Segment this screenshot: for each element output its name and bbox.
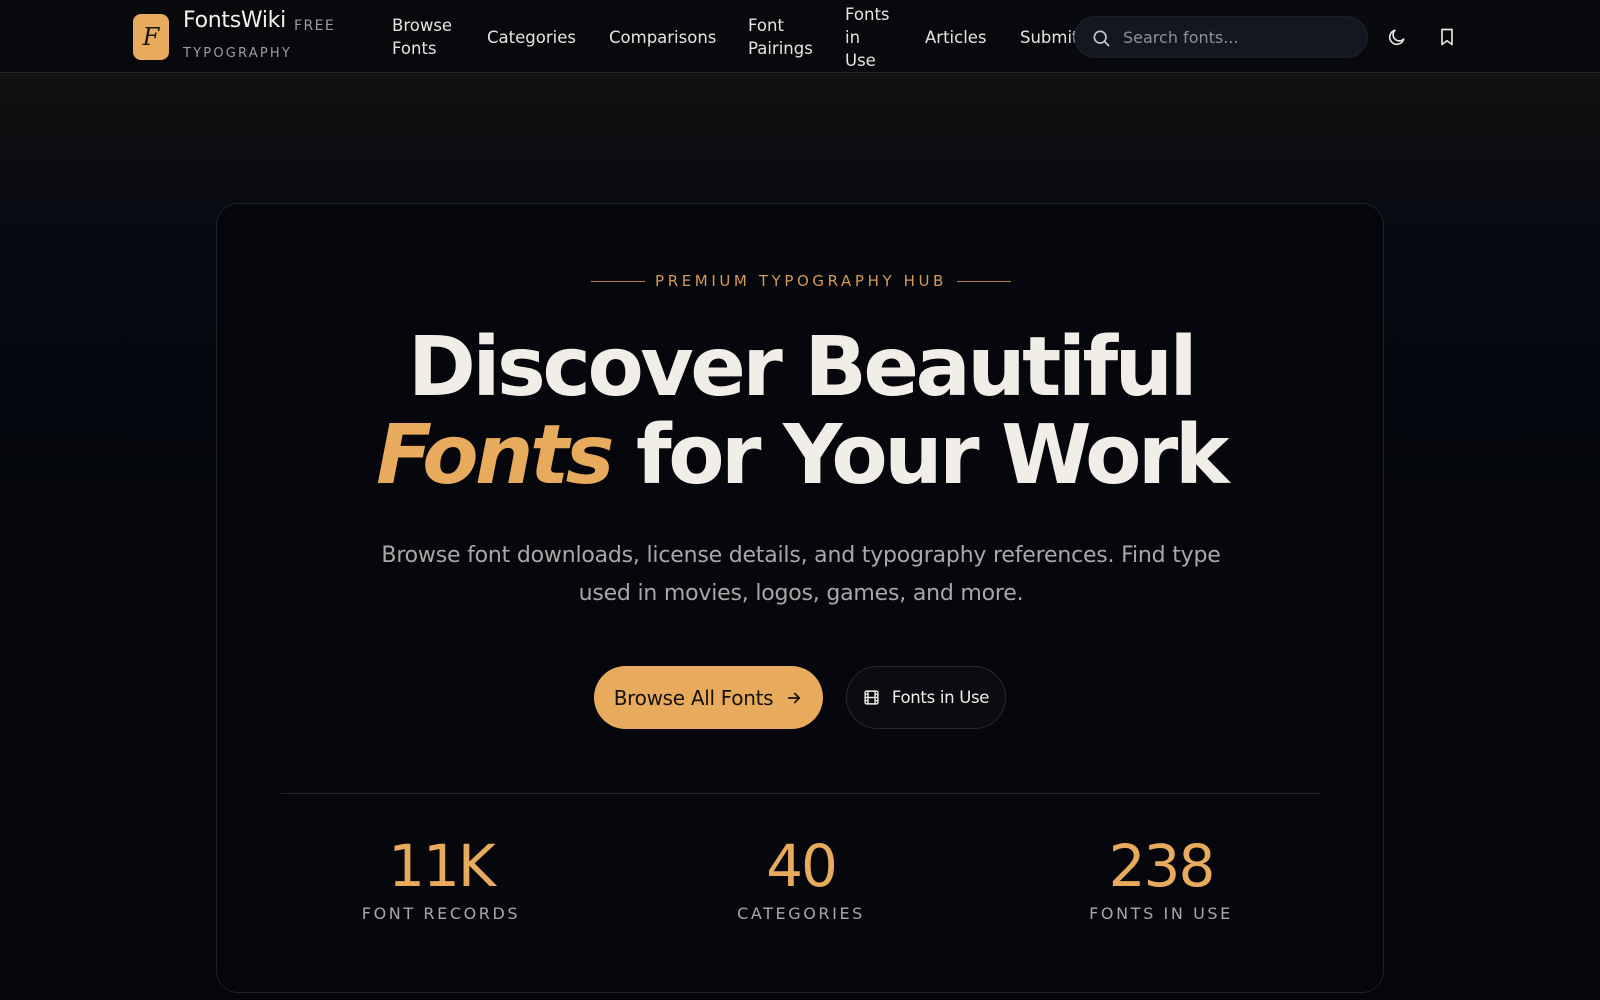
bookmarks-button[interactable] bbox=[1432, 22, 1462, 52]
logo-mark[interactable]: F bbox=[133, 14, 169, 60]
nav-comparisons[interactable]: Comparisons bbox=[609, 26, 716, 49]
fonts-in-use-button[interactable]: Fonts in Use bbox=[846, 666, 1006, 729]
nav-submit[interactable]: Submit bbox=[1020, 26, 1079, 49]
stat-value: 11K bbox=[388, 832, 496, 900]
hero-eyebrow: PREMIUM TYPOGRAPHY HUB bbox=[217, 272, 1385, 290]
nav-browse-fonts-line1: Browse bbox=[392, 16, 453, 35]
top-nav: F FontsWiki FREE TYPOGRAPHY Browse Fonts… bbox=[0, 0, 1600, 73]
stat-label: CATEGORIES bbox=[737, 904, 865, 923]
stat-fonts-in-use: 238 FONTS IN USE bbox=[1011, 834, 1311, 923]
nav-fonts-in-use-line1: Fonts bbox=[845, 5, 890, 24]
nav-font-pairings-line1: Font bbox=[748, 16, 784, 35]
stat-value: 40 bbox=[766, 832, 838, 900]
fonts-in-use-label: Fonts in Use bbox=[891, 688, 990, 707]
stat-categories: 40 CATEGORIES bbox=[651, 834, 951, 923]
browse-all-fonts-button[interactable]: Browse All Fonts bbox=[594, 666, 823, 729]
search-input[interactable] bbox=[1123, 17, 1353, 57]
nav-articles[interactable]: Articles bbox=[925, 26, 987, 49]
nav-fonts-in-use-line3: Use bbox=[845, 51, 876, 70]
stat-label: FONTS IN USE bbox=[1089, 904, 1233, 923]
hero-headline: Discover Beautiful Fonts for Your Work bbox=[217, 324, 1385, 500]
headline-accent: Fonts bbox=[376, 408, 614, 503]
browse-all-fonts-label: Browse All Fonts bbox=[613, 685, 774, 710]
stat-font-records: 11K FONT RECORDS bbox=[291, 834, 591, 923]
nav-font-pairings-line2: Pairings bbox=[748, 39, 813, 58]
headline-line1: Discover Beautiful bbox=[407, 320, 1198, 415]
film-icon bbox=[864, 690, 879, 705]
theme-toggle-button[interactable] bbox=[1382, 22, 1412, 52]
hero-card: PREMIUM TYPOGRAPHY HUB Discover Beautifu… bbox=[216, 203, 1384, 993]
nav-browse-fonts[interactable]: Browse Fonts bbox=[392, 14, 452, 60]
bookmark-icon bbox=[1441, 28, 1453, 46]
nav-categories[interactable]: Categories bbox=[487, 26, 576, 49]
hero-eyebrow-text: PREMIUM TYPOGRAPHY HUB bbox=[655, 272, 947, 290]
brand-badge: FREE bbox=[294, 18, 336, 34]
nav-fonts-in-use[interactable]: Fonts in Use bbox=[845, 3, 890, 72]
moon-icon bbox=[1388, 29, 1405, 46]
search-box[interactable] bbox=[1074, 16, 1368, 58]
eyebrow-line-right bbox=[956, 281, 1011, 282]
brand-tagline: TYPOGRAPHY bbox=[183, 46, 292, 61]
brand-name[interactable]: FontsWiki bbox=[183, 8, 286, 33]
nav-fonts-in-use-line2: in bbox=[845, 28, 861, 47]
eyebrow-line-left bbox=[591, 281, 646, 282]
search-icon bbox=[1093, 30, 1110, 47]
stat-value: 238 bbox=[1108, 832, 1216, 900]
hero-subcopy: Browse font downloads, license details, … bbox=[381, 543, 1221, 606]
nav-font-pairings[interactable]: Font Pairings bbox=[748, 14, 813, 60]
stats-divider bbox=[281, 793, 1321, 794]
arrow-right-icon bbox=[788, 692, 801, 703]
headline-line2: for Your Work bbox=[636, 408, 1229, 503]
stat-label: FONT RECORDS bbox=[361, 904, 521, 923]
nav-browse-fonts-line2: Fonts bbox=[392, 39, 437, 58]
